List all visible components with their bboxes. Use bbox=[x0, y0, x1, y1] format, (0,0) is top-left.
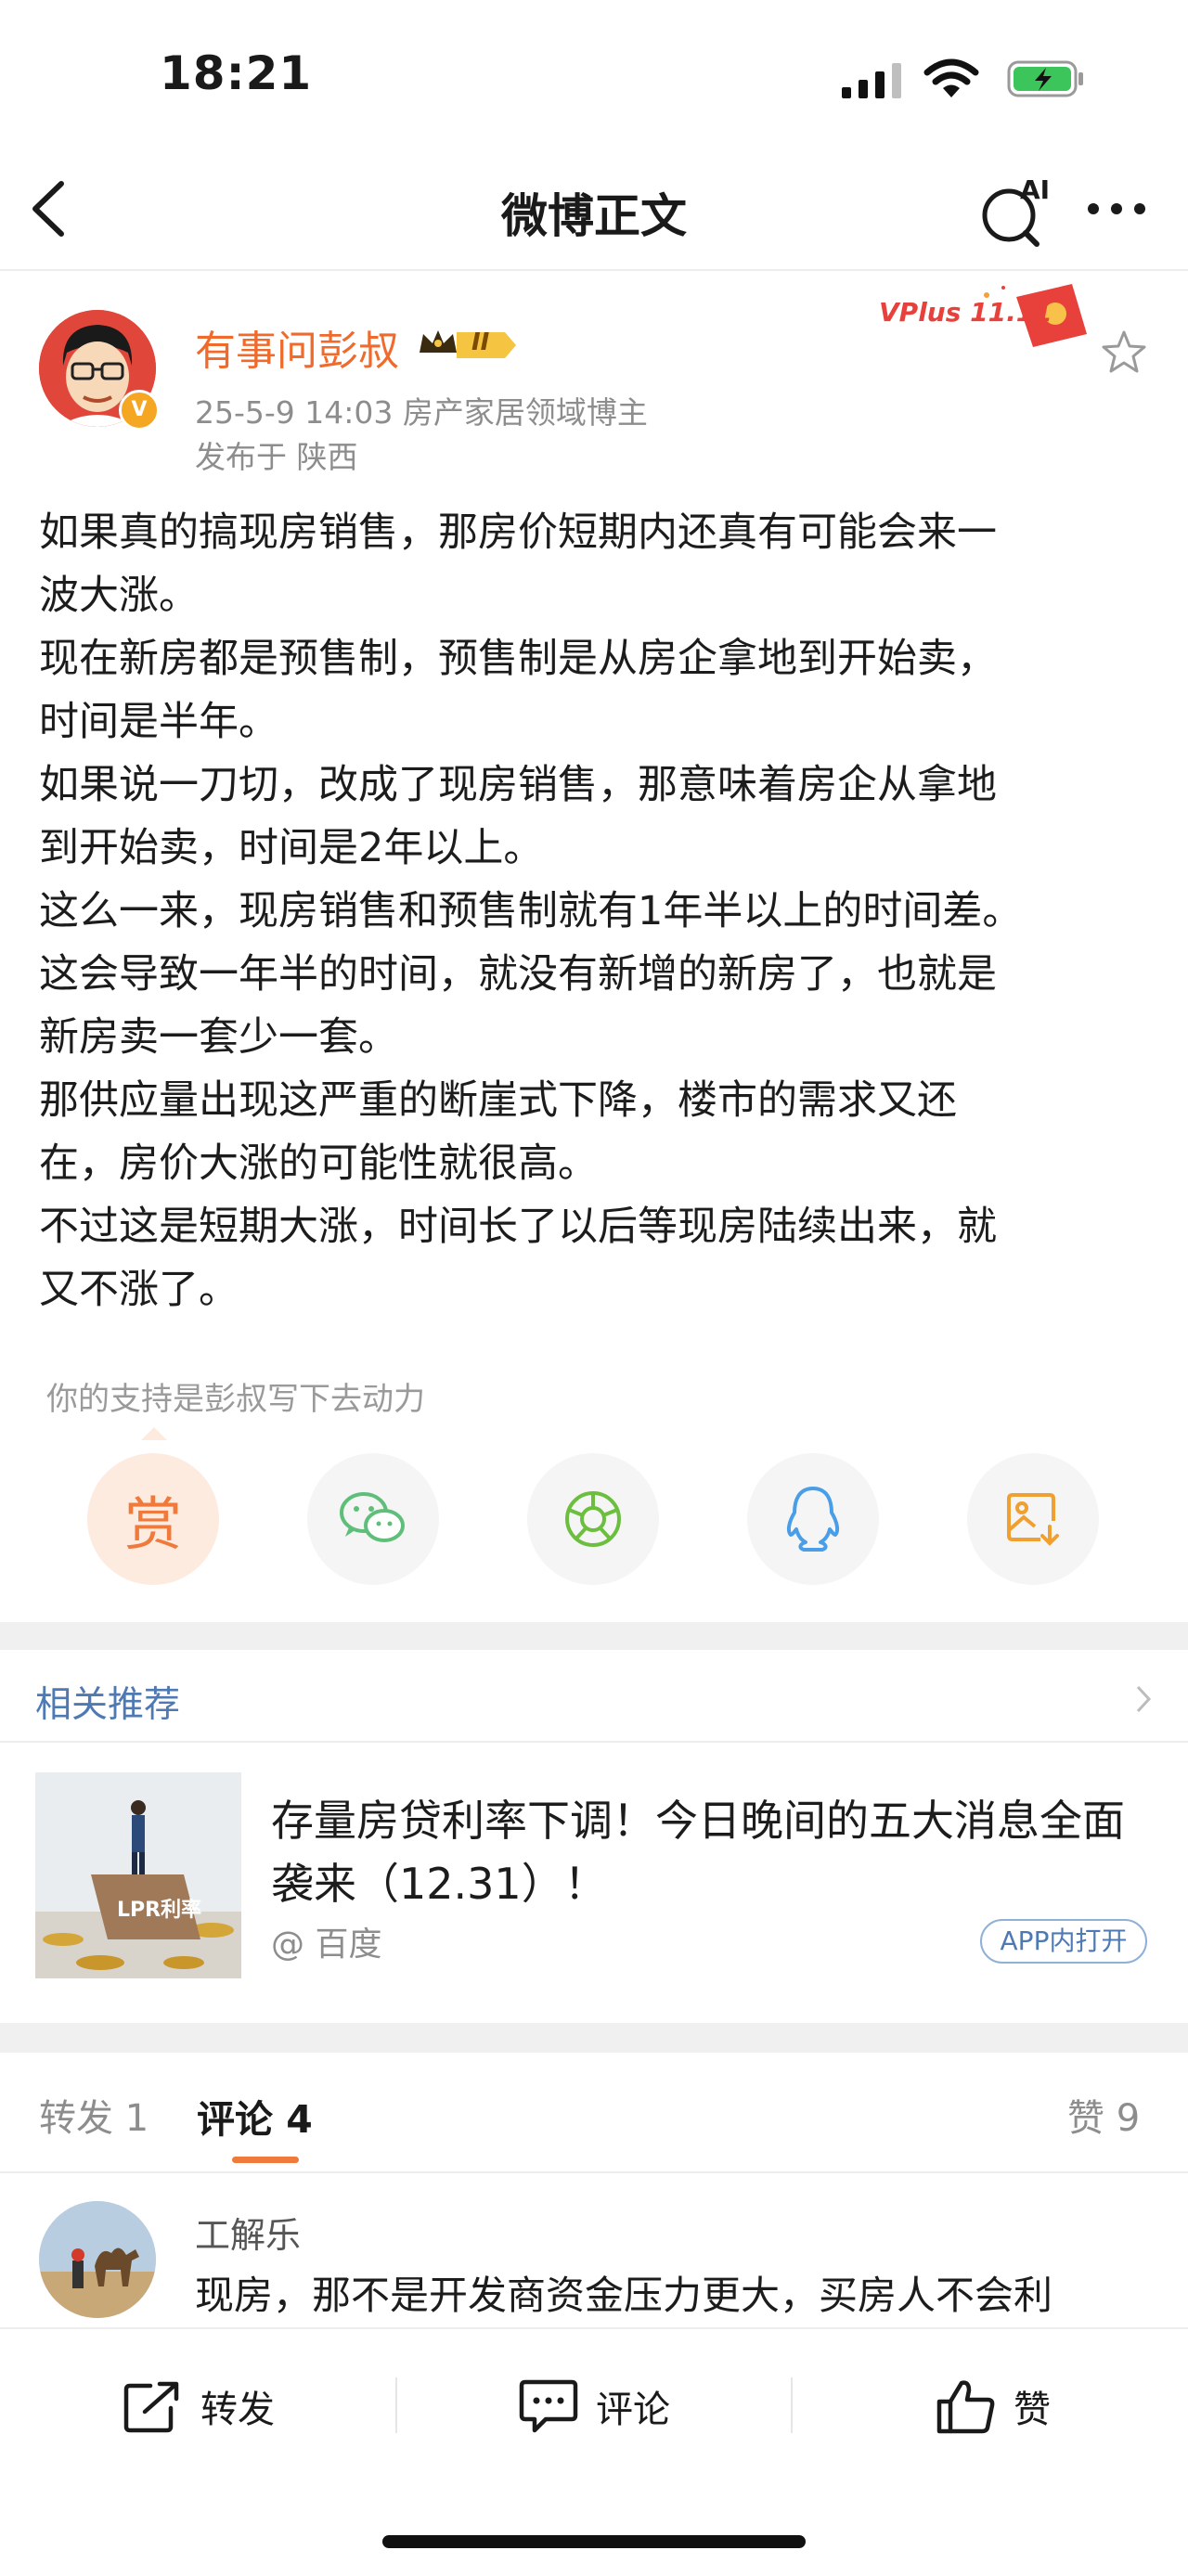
commenter-avatar[interactable] bbox=[39, 2201, 156, 2318]
chevron-right-icon[interactable] bbox=[1134, 1683, 1153, 1715]
reward-pointer bbox=[141, 1427, 167, 1440]
ai-label: AI bbox=[1020, 174, 1051, 205]
qq-icon bbox=[786, 1487, 840, 1552]
repost-button[interactable]: 转发 bbox=[123, 2372, 275, 2441]
thumbnail-label: LPR利率 bbox=[117, 1899, 202, 1922]
thumbs-up-icon bbox=[936, 2380, 995, 2434]
like-label: 赞 bbox=[1014, 2389, 1051, 2431]
post-meta: 25-5-9 14:03 房产家居领域博主 bbox=[195, 394, 648, 431]
post-location: 发布于 陕西 bbox=[195, 439, 358, 475]
repost-label: 转发 bbox=[200, 2389, 275, 2431]
bottom-bar-separator bbox=[791, 2377, 793, 2433]
member-level-badge[interactable]: II bbox=[416, 325, 520, 366]
comment-text: 现房，那不是开发商资金压力更大，买房人不会利 bbox=[195, 2273, 1053, 2318]
like-button[interactable]: 赞 bbox=[936, 2372, 1051, 2441]
tab-comments[interactable]: 评论 4 bbox=[197, 2088, 313, 2144]
repost-icon bbox=[123, 2381, 179, 2433]
tab-reposts[interactable]: 转发 1 bbox=[39, 2088, 148, 2142]
ai-search-button[interactable]: AI bbox=[979, 174, 1053, 249]
bottom-bar-separator bbox=[395, 2377, 397, 2433]
related-article-source: @ 百度 bbox=[271, 1926, 382, 1964]
support-text: 你的支持是彭叔写下去动力 bbox=[46, 1381, 425, 1418]
related-divider bbox=[0, 1741, 1188, 1743]
comment-label: 评论 bbox=[596, 2389, 670, 2431]
lpr-rate-thumbnail-image bbox=[35, 1772, 241, 1978]
tab-likes[interactable]: 赞 9 bbox=[1067, 2088, 1140, 2142]
status-time: 18:21 bbox=[160, 46, 313, 100]
reward-button[interactable]: 赏 bbox=[87, 1453, 219, 1585]
save-image-button[interactable] bbox=[967, 1453, 1099, 1585]
author-name[interactable]: 有事问彭叔 bbox=[195, 317, 399, 377]
desert-camel-avatar-image bbox=[39, 2201, 156, 2318]
nav-divider bbox=[0, 269, 1188, 271]
post-body-text: 如果真的搞现房销售，那房价短期内还真有可能会来一 波大涨。 现在新房都是预售制，… bbox=[39, 509, 1023, 1313]
share-moments-button[interactable] bbox=[527, 1453, 659, 1585]
comment-icon bbox=[519, 2379, 578, 2433]
verified-badge: V bbox=[119, 390, 160, 431]
open-in-app-button[interactable]: APP内打开 bbox=[980, 1919, 1147, 1964]
favorite-star-icon[interactable] bbox=[1100, 328, 1148, 377]
related-section-title: 相关推荐 bbox=[35, 1684, 181, 1726]
save-image-icon bbox=[1007, 1493, 1059, 1546]
member-level-text: II bbox=[471, 328, 490, 356]
vplus-label: VPlus 11.11 bbox=[879, 297, 1052, 328]
crown-badge-icon bbox=[420, 330, 516, 358]
cellular-signal-icon bbox=[842, 63, 901, 98]
section-divider bbox=[0, 1622, 1188, 1650]
share-wechat-button[interactable] bbox=[307, 1453, 439, 1585]
home-indicator bbox=[382, 2535, 806, 2548]
wifi-icon bbox=[923, 58, 979, 97]
share-qq-button[interactable] bbox=[747, 1453, 879, 1585]
vplus-promo-banner[interactable]: VPlus 11.11 bbox=[877, 278, 1109, 353]
commenter-name[interactable]: 工解乐 bbox=[195, 2207, 301, 2258]
reward-label: 赏 bbox=[123, 1490, 182, 1558]
comment-button[interactable]: 评论 bbox=[518, 2372, 670, 2441]
more-options-icon[interactable] bbox=[1084, 200, 1149, 218]
wechat-icon bbox=[340, 1492, 405, 1542]
related-article-title[interactable]: 存量房贷利率下调！今日晚间的五大消息全面袭来（12.31）！ bbox=[271, 1789, 1153, 1915]
related-article-thumbnail[interactable]: LPR利率 bbox=[35, 1772, 241, 1978]
active-tab-indicator bbox=[232, 2157, 299, 2163]
tabs-divider bbox=[0, 2171, 1188, 2173]
section-divider bbox=[0, 2023, 1188, 2053]
moments-icon bbox=[565, 1491, 621, 1547]
battery-charging-icon bbox=[1007, 60, 1083, 97]
